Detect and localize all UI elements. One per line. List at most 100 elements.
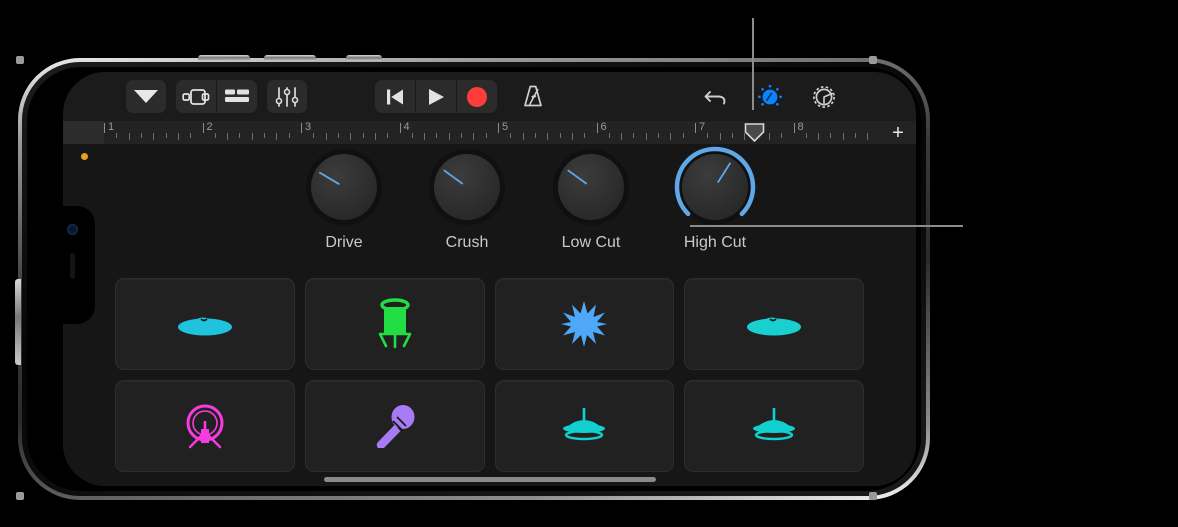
- ruler-beat-tick: [337, 133, 339, 138]
- ruler-beat-tick: [621, 133, 623, 140]
- cymbal-icon: [745, 307, 803, 341]
- right-toolbar-group: [696, 80, 916, 113]
- undo-button[interactable]: [696, 80, 736, 113]
- knob-label: High Cut: [683, 234, 747, 251]
- crush-knob[interactable]: [434, 154, 500, 220]
- ruler-bar-number: 8: [797, 121, 804, 133]
- record-icon: [467, 86, 487, 107]
- ruler-left-pad: [63, 121, 104, 144]
- pad-hihat-2[interactable]: [684, 380, 864, 472]
- rewind-button[interactable]: [375, 80, 415, 113]
- hihat-icon: [748, 407, 800, 445]
- add-section-button[interactable]: +: [880, 121, 916, 144]
- control-settings-callout-line: [752, 18, 754, 110]
- ruler-beat-tick: [707, 133, 709, 138]
- ruler-beat-tick: [805, 133, 807, 138]
- ruler-beat-tick: [830, 133, 832, 138]
- ring-silent-switch[interactable]: [346, 55, 382, 61]
- knob-pointer-icon: [567, 169, 588, 185]
- ruler-beat-tick: [153, 133, 155, 140]
- pad-crash-cymbal-1[interactable]: [115, 278, 295, 370]
- drive-knob[interactable]: [311, 154, 377, 220]
- gong-icon: [182, 403, 228, 449]
- ruler-beat-tick: [571, 133, 573, 140]
- ruler-beat-tick: [867, 133, 869, 140]
- home-indicator[interactable]: [323, 477, 656, 482]
- ruler-bar-line: [104, 123, 105, 133]
- effects-knob-row: Drive Crush Low Cut High Cut: [63, 146, 916, 272]
- drum-pad-grid[interactable]: [115, 278, 864, 486]
- tracks-view-button[interactable]: [217, 80, 257, 113]
- maraca-icon: [372, 404, 418, 448]
- live-loops-view-button[interactable]: [176, 80, 216, 113]
- ruler-beat-tick: [436, 133, 438, 138]
- settings-button[interactable]: [804, 80, 844, 113]
- playhead-marker[interactable]: [744, 123, 765, 142]
- bezel-antenna-band-bottom-left: [16, 492, 24, 500]
- ruler-beat-tick: [177, 133, 179, 140]
- app-toolbar: [63, 72, 916, 121]
- ruler-beat-tick: [362, 133, 364, 138]
- volume-up-button[interactable]: [198, 55, 250, 61]
- low-cut-knob-cell: Low Cut: [543, 154, 639, 252]
- ruler-beat-tick: [448, 133, 450, 140]
- metronome-button[interactable]: [513, 80, 553, 113]
- cymbal-icon: [176, 307, 234, 341]
- ruler-beat-tick: [461, 133, 463, 138]
- navigation-group: [126, 80, 166, 113]
- ruler-beat-tick: [534, 133, 536, 138]
- ruler-beat-tick: [140, 133, 142, 138]
- rewind-icon: [387, 89, 403, 104]
- power-button[interactable]: [15, 279, 21, 365]
- ruler-beat-tick: [387, 133, 389, 138]
- bezel-antenna-band-top-left: [16, 56, 24, 64]
- volume-down-button[interactable]: [264, 55, 316, 61]
- mixer-button[interactable]: [267, 80, 307, 113]
- transport-group: [375, 80, 497, 113]
- pad-gong[interactable]: [115, 380, 295, 472]
- knob-label: Drive: [325, 234, 363, 251]
- bezel-antenna-band-top-right: [869, 56, 877, 64]
- ruler-beat-tick: [719, 133, 721, 140]
- ruler-beat-tick: [559, 133, 561, 138]
- ruler-beat-tick: [350, 133, 352, 140]
- ruler-bar-line: [793, 123, 795, 133]
- pad-crash-cymbal-2[interactable]: [684, 278, 864, 370]
- high-cut-knob[interactable]: [674, 146, 756, 220]
- pad-shaker[interactable]: [304, 380, 485, 472]
- pad-clap-burst[interactable]: [494, 278, 675, 370]
- ruler-bar-line: [301, 123, 302, 133]
- ruler-bar-number: 4: [403, 121, 410, 133]
- ruler-bars[interactable]: 1 2 3 4 5 6 7 8: [104, 121, 881, 144]
- knob-icon: [758, 84, 782, 106]
- ruler-bar-number: 2: [206, 121, 213, 133]
- conga-drum-icon: [376, 298, 414, 350]
- timeline-ruler[interactable]: 1 2 3 4 5 6 7 8 +: [63, 121, 916, 144]
- ruler-beat-tick: [842, 133, 844, 140]
- my-songs-button[interactable]: [126, 80, 166, 113]
- knob-pointer-icon: [318, 171, 340, 185]
- drive-knob-cell: Drive: [296, 154, 392, 252]
- triangle-down-icon: [134, 90, 158, 103]
- instrument-panel: Drive Crush Low Cut High Cut: [63, 144, 916, 486]
- ruler-bar-number: 6: [600, 121, 607, 133]
- automation-knob-toolbar-icon[interactable]: [750, 80, 790, 113]
- front-camera-icon: [67, 224, 78, 235]
- record-button[interactable]: [457, 80, 497, 113]
- ruler-beat-tick: [608, 133, 610, 138]
- display-notch: [63, 206, 95, 324]
- mixer-group: [267, 80, 307, 113]
- pad-hihat-1[interactable]: [494, 380, 675, 472]
- low-cut-knob[interactable]: [558, 154, 624, 220]
- ruler-bar-number: 7: [699, 121, 706, 133]
- ruler-bar-line: [498, 123, 499, 133]
- gear-icon: [813, 85, 835, 108]
- pad-tom-drum[interactable]: [304, 278, 485, 370]
- ruler-beat-tick: [165, 133, 167, 138]
- ruler-beat-tick: [547, 133, 549, 140]
- play-button[interactable]: [416, 80, 456, 113]
- ruler-beat-tick: [374, 133, 376, 140]
- iphone-device: 1 2 3 4 5 6 7 8 + Drive Crush Low Cut High Cut: [15, 55, 930, 500]
- ruler-beat-tick: [781, 133, 783, 138]
- ruler-beat-tick: [818, 133, 820, 140]
